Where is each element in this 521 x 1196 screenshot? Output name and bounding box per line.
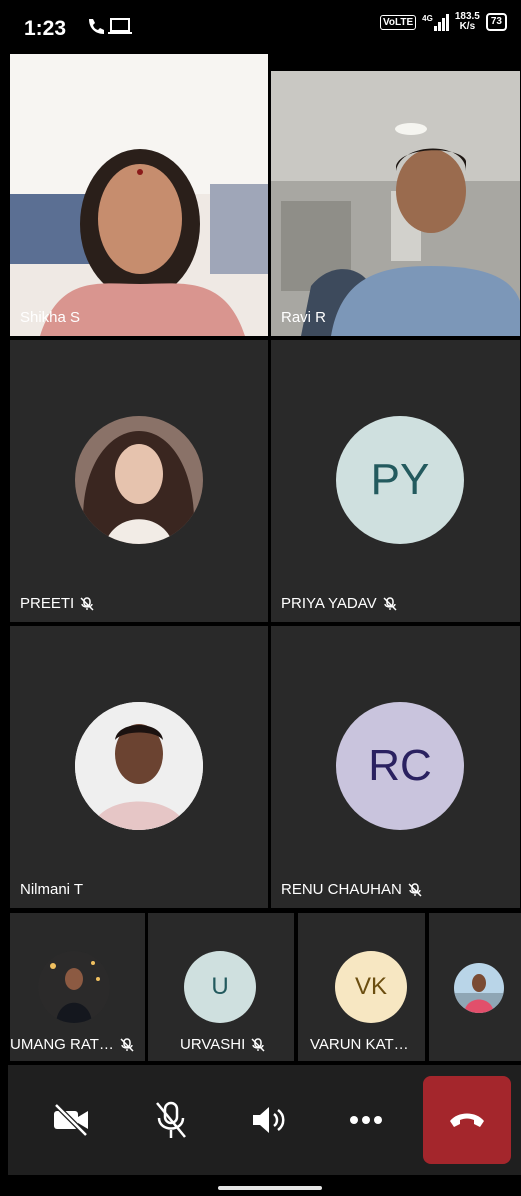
status-bar: 1:23 VoLTE 4G 183.5 K/s 73: [0, 0, 521, 52]
more-icon: [350, 1116, 382, 1124]
volte-badge: VoLTE: [379, 14, 417, 30]
avatar-image: [38, 951, 110, 1023]
speaker-button[interactable]: [244, 1095, 294, 1145]
hang-up-icon: [450, 1113, 484, 1127]
participant-name: UMANG RAT…: [10, 1036, 114, 1053]
video-feed: [271, 71, 520, 336]
status-right: VoLTE 4G 183.5 K/s 73: [379, 12, 507, 32]
participant-name-row: PREETI: [20, 595, 94, 612]
mic-off-icon: [120, 1037, 134, 1052]
avatar-photo: [75, 416, 203, 544]
video-feed: [10, 54, 268, 336]
battery-icon: 73: [485, 13, 507, 31]
end-call-button[interactable]: [423, 1076, 511, 1164]
call-icon: [89, 18, 132, 34]
participant-tile-shikha[interactable]: Shikha S: [10, 54, 268, 336]
avatar-initials: PY: [336, 416, 464, 544]
mic-off-icon: [80, 596, 94, 611]
participant-name: Shikha S: [20, 309, 81, 326]
participant-tile-nilmani[interactable]: Nilmani T: [10, 626, 268, 908]
call-control-bar: [8, 1065, 521, 1175]
avatar-image: [75, 702, 203, 830]
avatar-initials-text: VK: [354, 973, 387, 1000]
status-time: 1:23: [24, 17, 67, 40]
participant-tile-ravi[interactable]: Ravi R: [271, 71, 520, 336]
speed-unit: K/s: [459, 21, 476, 32]
avatar-initials: U: [184, 951, 256, 1023]
participant-name: PRIYA YADAV: [281, 595, 377, 612]
camera-toggle-button[interactable]: [46, 1095, 96, 1145]
network-icon: 4G: [422, 13, 449, 31]
camera-off-icon: [54, 1103, 88, 1137]
participant-tile-preeti[interactable]: PREETI: [10, 340, 268, 622]
avatar-image: [75, 416, 203, 544]
speaker-icon: [253, 1107, 285, 1133]
participant-name-row: RENU CHAUHAN: [281, 881, 422, 898]
avatar-initials-text: RC: [368, 741, 432, 790]
avatar-photo: [75, 702, 203, 830]
participant-name: Ravi R: [281, 309, 327, 326]
status-left-icons: [86, 16, 134, 43]
avatar-image: [454, 963, 504, 1013]
mic-off-icon: [408, 882, 422, 897]
participant-tile-umang[interactable]: UMANG RAT…: [10, 913, 145, 1061]
avatar-initials-text: U: [211, 973, 229, 1000]
participant-tile-partial[interactable]: [429, 913, 521, 1061]
participant-tile-renu[interactable]: RC RENU CHAUHAN: [271, 626, 520, 908]
participant-name: Nilmani T: [20, 881, 84, 898]
network-type: 4G: [422, 13, 433, 23]
mic-toggle-button[interactable]: [146, 1095, 196, 1145]
participant-name: PREETI: [20, 595, 75, 612]
participant-name-row: URVASHI: [180, 1036, 265, 1053]
avatar-initials: RC: [336, 702, 464, 830]
participant-name-row: UMANG RAT…: [10, 1036, 134, 1053]
participant-tile-varun[interactable]: VK VARUN KAT…: [298, 913, 425, 1061]
participant-tile-priya[interactable]: PY PRIYA YADAV: [271, 340, 520, 622]
participant-name: RENU CHAUHAN: [281, 881, 402, 898]
mic-off-icon: [251, 1037, 265, 1052]
avatar-initials-text: PY: [370, 455, 430, 504]
participant-name: VARUN KAT…: [310, 1036, 409, 1053]
avatar-photo: [454, 963, 504, 1013]
avatar-photo: [38, 951, 110, 1023]
network-speed: 183.5 K/s: [455, 12, 480, 32]
participant-name-row: PRIYA YADAV: [281, 595, 397, 612]
more-options-button[interactable]: [341, 1095, 391, 1145]
home-indicator[interactable]: [218, 1186, 322, 1190]
avatar-initials: VK: [335, 951, 407, 1023]
participant-tile-urvashi[interactable]: U URVASHI: [148, 913, 294, 1061]
mic-off-icon: [383, 596, 397, 611]
mic-off-icon: [156, 1101, 186, 1138]
participant-name: URVASHI: [180, 1036, 246, 1053]
